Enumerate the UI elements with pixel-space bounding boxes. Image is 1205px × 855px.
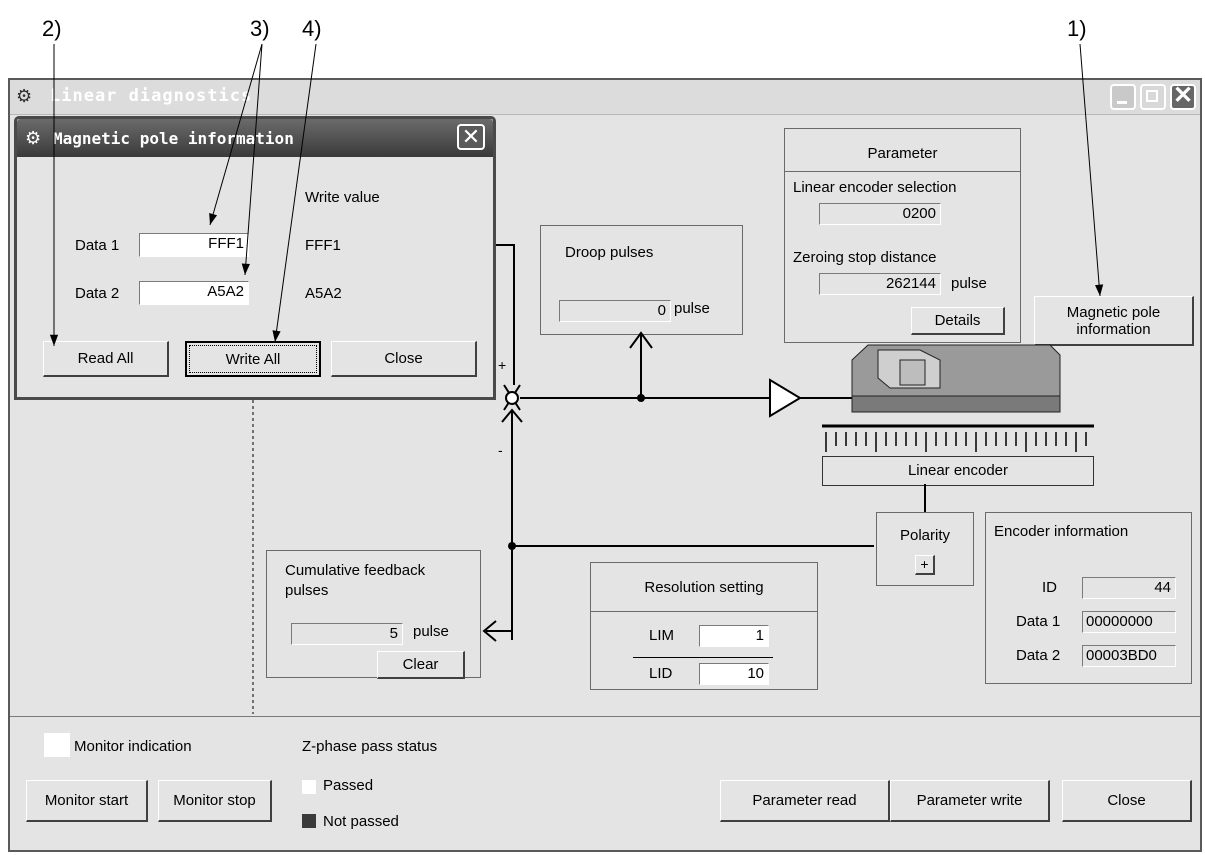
not-passed-label: Not passed bbox=[323, 813, 399, 830]
monitor-indication-label: Monitor indication bbox=[74, 738, 192, 755]
close-icon: ✕ bbox=[461, 124, 481, 149]
maximize-button[interactable] bbox=[1140, 84, 1166, 110]
minimize-button[interactable] bbox=[1110, 84, 1136, 110]
encoder-data2-label: Data 2 bbox=[1016, 647, 1061, 664]
data1-write-value: FFF1 bbox=[305, 237, 341, 254]
encoder-data1-label: Data 1 bbox=[1016, 613, 1061, 630]
passed-indicator bbox=[302, 780, 316, 794]
details-button[interactable]: Details bbox=[911, 307, 1005, 335]
linear-encoder-box: Linear encoder bbox=[822, 456, 1094, 486]
callout-1: 1) bbox=[1067, 16, 1087, 41]
resolution-divider bbox=[591, 611, 817, 612]
app-icon: ⚙ bbox=[16, 86, 33, 106]
read-all-button[interactable]: Read All bbox=[43, 341, 169, 377]
polarity-toggle[interactable]: + bbox=[915, 555, 935, 575]
parameter-divider bbox=[785, 171, 1020, 172]
monitor-start-button[interactable]: Monitor start bbox=[26, 780, 148, 822]
close-button[interactable]: Close bbox=[1062, 780, 1192, 822]
callout-3: 3) bbox=[250, 16, 270, 41]
cumulative-feedback-title: Cumulative feedback pulses bbox=[285, 562, 426, 599]
minimize-icon bbox=[1117, 101, 1127, 104]
window-close-button[interactable]: ✕ bbox=[1170, 84, 1196, 110]
parameter-read-button[interactable]: Parameter read bbox=[720, 780, 890, 822]
encoder-information-title: Encoder information bbox=[994, 523, 1129, 540]
not-passed-indicator bbox=[302, 814, 316, 828]
resolution-setting-title: Resolution setting bbox=[644, 579, 764, 596]
data1-label: Data 1 bbox=[75, 237, 120, 254]
lim-lid-fraction-line bbox=[633, 657, 773, 658]
zeroing-unit: pulse bbox=[951, 275, 987, 292]
dialog-app-icon: ⚙ bbox=[25, 128, 42, 148]
zeroing-stop-distance-field: 262144 bbox=[819, 273, 941, 295]
droop-pulses-group: Droop pulses 0 pulse bbox=[540, 225, 743, 335]
linear-encoder-label: Linear encoder bbox=[907, 462, 1009, 479]
zeroing-stop-distance-label: Zeroing stop distance bbox=[793, 249, 937, 266]
magnetic-pole-dialog: ⚙ Magnetic pole information ✕ Write valu… bbox=[14, 116, 496, 400]
callout-4: 4) bbox=[302, 16, 322, 41]
lid-input[interactable]: 10 bbox=[699, 663, 769, 685]
monitor-stop-button[interactable]: Monitor stop bbox=[158, 780, 272, 822]
lim-input[interactable]: 1 bbox=[699, 625, 769, 647]
maximize-icon bbox=[1146, 90, 1158, 102]
resolution-setting-group: Resolution setting LIM 1 LID 10 bbox=[590, 562, 818, 690]
cumulative-feedback-unit: pulse bbox=[413, 623, 449, 640]
encoder-data2-field: 00003BD0 bbox=[1082, 645, 1176, 667]
encoder-data1-field: 00000000 bbox=[1082, 611, 1176, 633]
magnetic-pole-information-button[interactable]: Magnetic pole information bbox=[1034, 296, 1194, 346]
window-title: Linear diagnostics bbox=[50, 86, 253, 106]
polarity-group: Polarity + bbox=[876, 512, 974, 586]
bottom-divider bbox=[10, 716, 1200, 717]
callout-2: 2) bbox=[42, 16, 62, 41]
linear-encoder-selection-label: Linear encoder selection bbox=[793, 179, 957, 196]
data2-label: Data 2 bbox=[75, 285, 120, 302]
droop-pulses-title: Droop pulses bbox=[565, 244, 654, 261]
passed-label: Passed bbox=[323, 777, 374, 794]
parameter-write-button[interactable]: Parameter write bbox=[890, 780, 1050, 822]
clear-button[interactable]: Clear bbox=[377, 651, 465, 679]
droop-pulses-field: 0 bbox=[559, 300, 671, 322]
polarity-title: Polarity bbox=[899, 527, 951, 544]
cumulative-feedback-group: Cumulative feedback pulses 5 pulse Clear bbox=[266, 550, 481, 679]
data2-input[interactable]: A5A2 bbox=[139, 281, 249, 305]
title-bar: ⚙ Linear diagnostics ✕ bbox=[10, 80, 1200, 115]
write-all-button[interactable]: Write All bbox=[185, 341, 321, 377]
dialog-title: Magnetic pole information bbox=[53, 129, 294, 148]
monitor-indication-lamp bbox=[44, 733, 70, 757]
droop-pulses-unit: pulse bbox=[674, 300, 710, 317]
data2-write-value: A5A2 bbox=[305, 285, 342, 302]
dialog-close-x-button[interactable]: ✕ bbox=[457, 124, 485, 150]
close-icon: ✕ bbox=[1172, 82, 1194, 109]
close-button-label: Close bbox=[1107, 792, 1146, 809]
linear-encoder-selection-field: 0200 bbox=[819, 203, 941, 225]
encoder-id-field: 44 bbox=[1082, 577, 1176, 599]
data1-input[interactable]: FFF1 bbox=[139, 233, 249, 257]
parameter-group: Parameter Linear encoder selection 0200 … bbox=[784, 128, 1021, 343]
encoder-id-label: ID bbox=[1042, 579, 1057, 596]
write-value-header: Write value bbox=[305, 189, 380, 206]
dialog-title-bar: ⚙ Magnetic pole information ✕ bbox=[17, 119, 493, 157]
zphase-title: Z-phase pass status bbox=[302, 738, 438, 755]
encoder-information-group: Encoder information ID 44 Data 1 0000000… bbox=[985, 512, 1192, 684]
dialog-close-button[interactable]: Close bbox=[331, 341, 477, 377]
cumulative-feedback-field: 5 bbox=[291, 623, 403, 645]
lim-label: LIM bbox=[649, 627, 675, 644]
lid-label: LID bbox=[649, 665, 673, 682]
parameter-title: Parameter bbox=[867, 145, 938, 162]
